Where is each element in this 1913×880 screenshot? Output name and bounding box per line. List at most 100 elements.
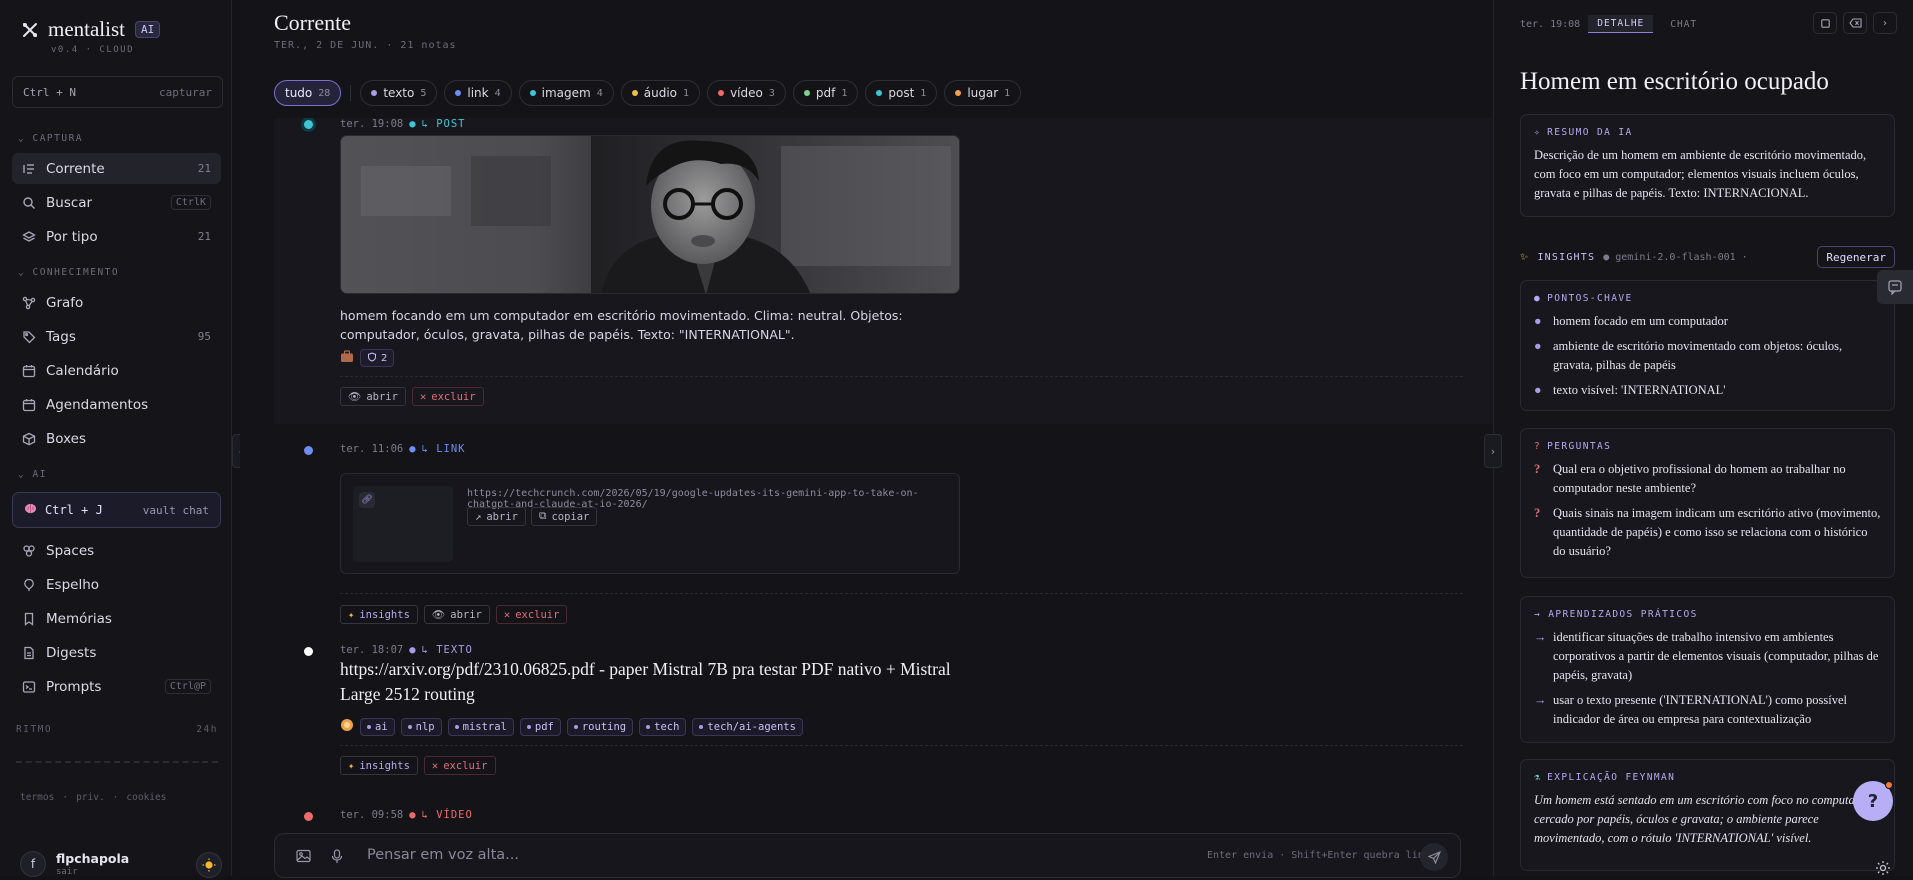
insights-button[interactable]: ✦ insights [340,605,418,624]
sidebar-item-spaces[interactable]: Spaces [12,535,221,566]
sidebar-item-calendario[interactable]: Calendário [12,355,221,386]
timeline-entry-post[interactable]: ter. 19:08 ● ↳ POST homem focando em um … [274,118,1493,424]
insights-button[interactable]: ✦ insights [340,756,418,775]
close-icon: ✕ [431,759,439,772]
entry-meta: ter. 19:08 ● ↳ POST [340,118,465,130]
tag-chip[interactable]: routing [566,718,634,736]
detail-toolbar: › [1813,12,1897,34]
close-panel-button[interactable]: › [1873,12,1897,34]
send-button[interactable] [1420,843,1448,871]
filter-chip-imagem[interactable]: imagem 4 [518,80,614,106]
delete-note-button[interactable] [1843,12,1867,34]
sidebar-item-agendamentos[interactable]: Agendamentos [12,389,221,420]
shortcut-hint: Ctrl@P [164,679,211,694]
timeline-entry-video[interactable]: ter. 09:58 ● ↳ VÍDEO [274,804,1493,822]
sidebar-item-grafo[interactable]: Grafo [12,287,221,318]
ritmo-sparkline [16,761,218,763]
tag-label: nlp [415,721,435,733]
capture-button[interactable]: Ctrl + N capturar [12,76,223,108]
microphone-icon[interactable] [329,848,345,864]
backspace-icon [1848,18,1862,28]
sidebar-item-prompts[interactable]: Prompts Ctrl@P [12,671,221,702]
sidebar-item-corrente[interactable]: Corrente 21 [12,153,221,184]
filter-label: post [888,86,915,100]
open-button[interactable]: 👁︎ abrir [340,387,406,406]
delete-button[interactable]: ✕ excluir [411,387,484,406]
filter-chip-texto[interactable]: texto 5 [360,80,438,106]
open-link-button[interactable]: ↗ abrir [467,507,526,526]
tag-dot [367,725,371,729]
filter-chip-lugar[interactable]: lugar 1 [944,80,1022,106]
logo-icon [23,22,37,37]
vault-chat-button[interactable]: Ctrl + J vault chat [12,492,221,528]
delete-button[interactable]: ✕ excluir [423,756,496,775]
tag-chip[interactable]: ai [360,718,395,736]
link-preview-card[interactable]: 🔗︎ https://techcrunch.com/2026/05/19/goo… [340,473,960,574]
timeline-entry-text[interactable]: ter. 18:07 ● ↳ TEXTO https://arxiv.org/p… [274,637,1493,787]
user-menu[interactable]: f flpchapola sair [20,851,129,877]
tag-chip[interactable]: mistral [447,718,514,736]
filter-chip-post[interactable]: post 1 [865,80,938,106]
settings-gear-icon[interactable] [1875,860,1891,876]
copy-link-button[interactable]: ⧉ copiar [530,507,598,526]
tag-chip[interactable]: tech/ai-agents [692,718,803,736]
sidebar-item-boxes[interactable]: Boxes [12,423,221,454]
section-capture[interactable]: ⌄ CAPTURA [18,133,83,144]
logo[interactable]: mentalist AI [22,17,161,42]
filter-chip-pdf[interactable]: pdf 1 [792,80,859,106]
section-ai[interactable]: ⌄ AI [18,469,47,480]
sidebar-item-label: Tags [46,328,76,345]
type-dot: ● [409,644,416,656]
post-image[interactable] [340,135,960,294]
sidebar-item-label: Corrente [46,160,105,177]
sidebar-item-buscar[interactable]: Buscar CtrlK [12,187,221,218]
filter-count: 4 [494,87,501,99]
section-knowledge[interactable]: ⌄ CONHECIMENTO [18,267,119,278]
regenerate-button[interactable]: Regenerar [1817,246,1895,268]
delete-button[interactable]: ✕ excluir [495,605,568,624]
key-point-text: texto visível: 'INTERNATIONAL' [1553,383,1726,397]
tag-chip[interactable]: tech [639,718,687,736]
sidebar-item-espelho[interactable]: Espelho [12,569,221,600]
sidebar-item-label: Prompts [46,678,102,695]
tab-chat[interactable]: CHAT [1661,16,1706,33]
send-icon [1427,850,1441,864]
cookies-link[interactable]: cookies [126,792,166,803]
tab-detalhe[interactable]: DETALHE [1588,15,1654,33]
filter-chip-video[interactable]: vídeo 3 [707,80,786,106]
help-button[interactable]: ? [1853,781,1893,821]
image-upload-icon[interactable] [295,848,311,864]
maximize-button[interactable] [1813,12,1837,34]
shield-icon [367,351,377,365]
tag-chip[interactable]: pdf [519,718,561,736]
composer-input[interactable]: Pensar em voz alta... [367,847,519,863]
composer[interactable]: Pensar em voz alta... Enter envia · Shif… [274,833,1461,878]
sidebar-item-label: Por tipo [46,228,98,245]
brain-icon [24,502,37,518]
tag-label: mistral [462,721,507,733]
question-icon: ? [1534,441,1542,452]
tag-chip[interactable]: nlp [400,718,442,736]
open-button[interactable]: 👁︎ abrir [423,605,490,624]
timeline-entry-link[interactable]: ter. 11:06 ● ↳ LINK 🔗︎ https://techcrunc… [274,435,1493,624]
theme-toggle-button[interactable] [196,852,222,878]
sidebar-item-tags[interactable]: Tags 95 [12,321,221,352]
sidebar-item-memorias[interactable]: Memórias [12,603,221,634]
privacy-link[interactable]: priv. [76,792,105,803]
briefcase-icon [340,349,354,367]
sidebar-item-digests[interactable]: Digests [12,637,221,668]
filter-chip-link[interactable]: link 4 [444,80,512,106]
quick-note-tab[interactable] [1877,270,1913,304]
filter-chip-audio[interactable]: áudio 1 [620,80,701,106]
text-note-content[interactable]: https://arxiv.org/pdf/2310.06825.pdf - p… [340,657,960,707]
key-point-item: ● ambiente de escritório movimentado com … [1534,337,1881,375]
sidebar-item-por-tipo[interactable]: Por tipo 21 [12,221,221,252]
collapse-detail-button[interactable]: › [1484,434,1502,468]
page-title: Corrente [274,10,351,35]
filter-label: texto [383,86,415,100]
filter-chip-tudo[interactable]: tudo 28 [274,80,342,106]
filter-count: 1 [920,87,927,99]
terms-link[interactable]: termos [20,792,54,803]
entry-time: ter. 09:58 [340,809,404,821]
tag-count-badge[interactable]: 2 [360,349,395,367]
